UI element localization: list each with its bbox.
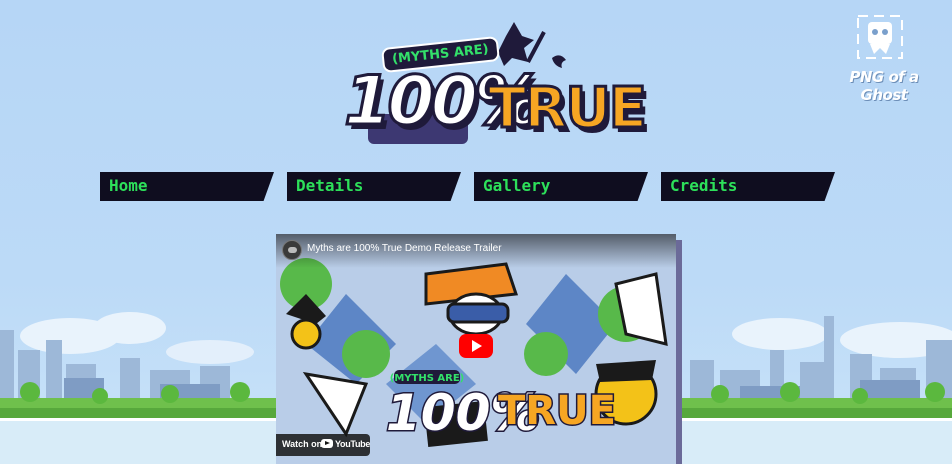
video-topbar: Myths are 100% True Demo Release Trailer (276, 234, 676, 268)
game-logo: (MYTHS ARE) 100% TRUE (338, 22, 649, 162)
video-embed[interactable]: (MYTHS ARE) 100% TRUE Myths are 100% Tru… (276, 234, 676, 464)
nav-gallery[interactable]: Gallery (474, 172, 648, 201)
ghost-icon (857, 15, 903, 59)
nav-home[interactable]: Home (100, 172, 274, 201)
main-nav: Home Details Gallery Credits (100, 172, 840, 202)
play-button[interactable] (459, 334, 493, 358)
studio-brand[interactable]: PNG of a Ghost (820, 10, 944, 104)
watch-on-youtube-button[interactable]: Watch on YouTube (276, 434, 370, 456)
studio-name: PNG of a Ghost (849, 68, 919, 104)
nav-details[interactable]: Details (287, 172, 461, 201)
youtube-icon (321, 439, 333, 448)
watch-on-label: Watch on (282, 439, 323, 449)
video-title[interactable]: Myths are 100% True Demo Release Trailer (307, 243, 502, 254)
thumb-logo-word: TRUE (498, 388, 616, 434)
logo-word: TRUE (486, 75, 648, 143)
nav-credits[interactable]: Credits (661, 172, 835, 201)
channel-avatar-icon[interactable] (282, 240, 302, 260)
youtube-label: YouTube (335, 439, 371, 449)
thumb-logo-badge: (MYTHS ARE) (390, 373, 464, 384)
